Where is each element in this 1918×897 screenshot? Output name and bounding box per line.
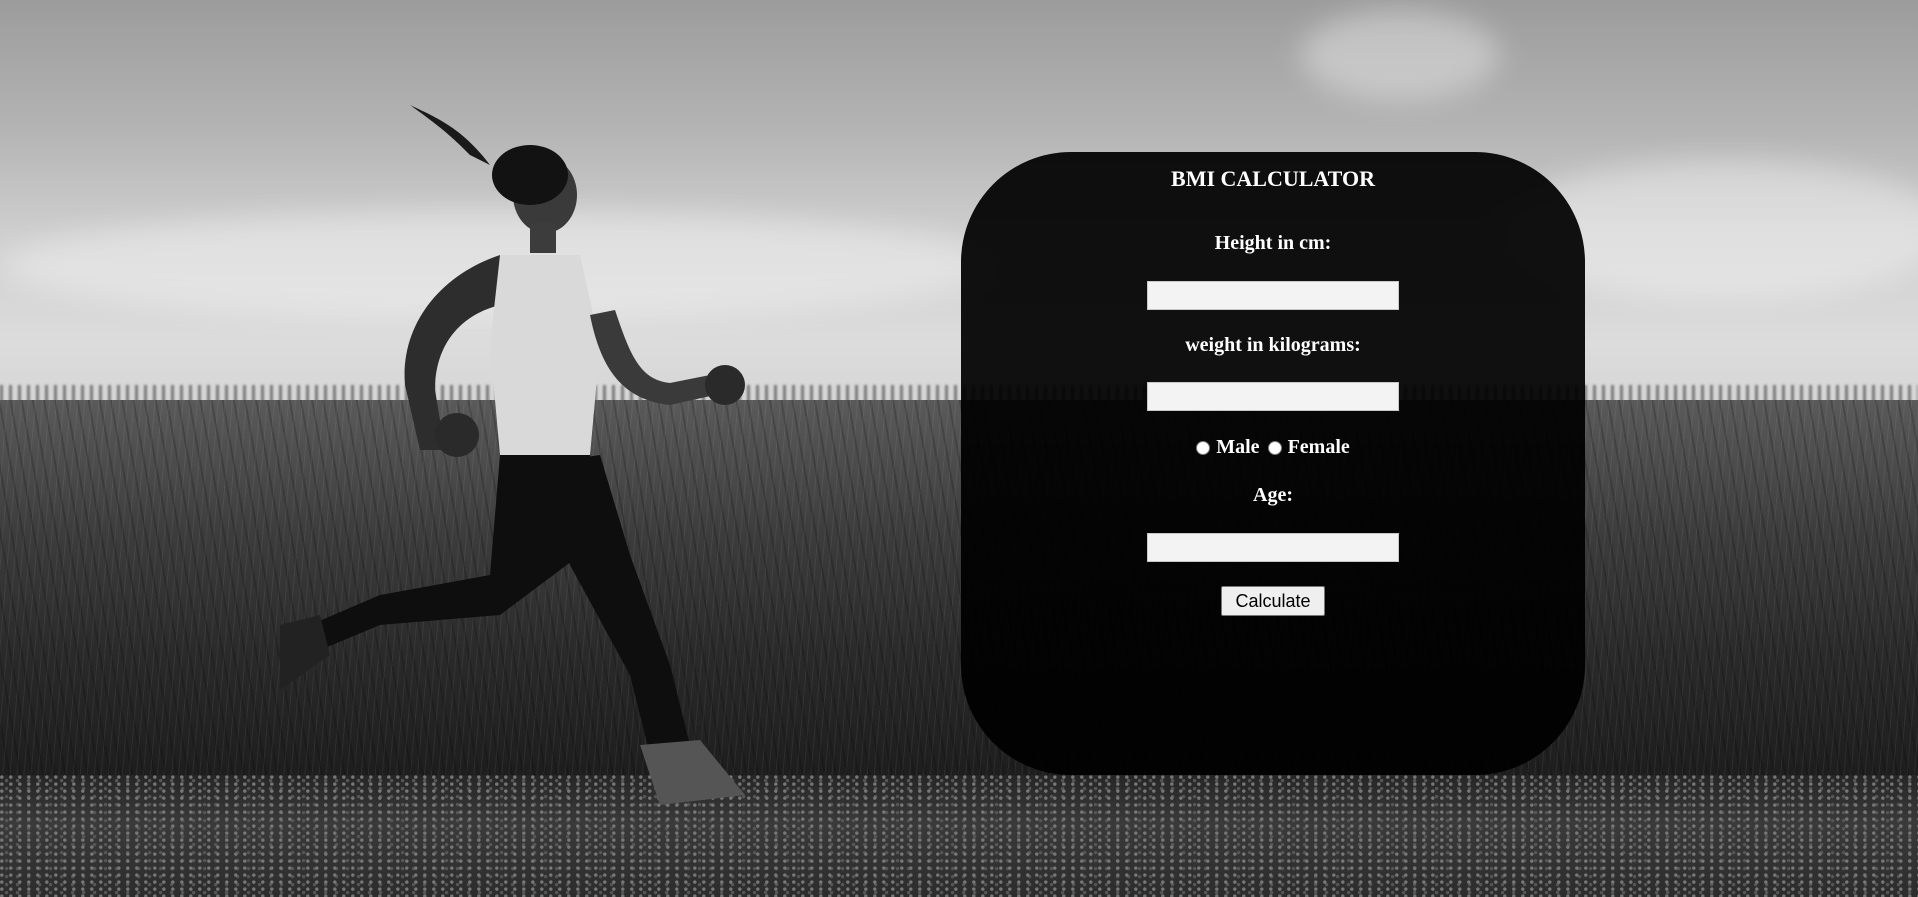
female-label: Female <box>1287 436 1350 458</box>
gender-option-female[interactable]: Female <box>1267 436 1350 459</box>
weight-label: weight in kilograms: <box>1185 334 1361 356</box>
background-photo <box>0 0 1918 897</box>
calculate-button[interactable]: Calculate <box>1221 586 1325 616</box>
male-label: Male <box>1216 436 1260 458</box>
male-radio[interactable] <box>1196 440 1211 455</box>
age-label: Age: <box>1253 484 1293 506</box>
height-label: Height in cm: <box>1214 232 1332 254</box>
runner-silhouette <box>280 105 745 805</box>
bmi-calculator-card: BMI CALCULATOR Height in cm: weight in k… <box>961 152 1585 775</box>
cloud <box>1300 10 1500 100</box>
weight-input[interactable] <box>1147 382 1399 411</box>
gender-selector: Male Female <box>961 436 1585 459</box>
gender-option-male[interactable]: Male <box>1196 436 1260 459</box>
height-input[interactable] <box>1147 281 1399 310</box>
age-input[interactable] <box>1147 533 1399 562</box>
female-radio[interactable] <box>1267 440 1282 455</box>
card-title: BMI CALCULATOR <box>1171 166 1375 191</box>
